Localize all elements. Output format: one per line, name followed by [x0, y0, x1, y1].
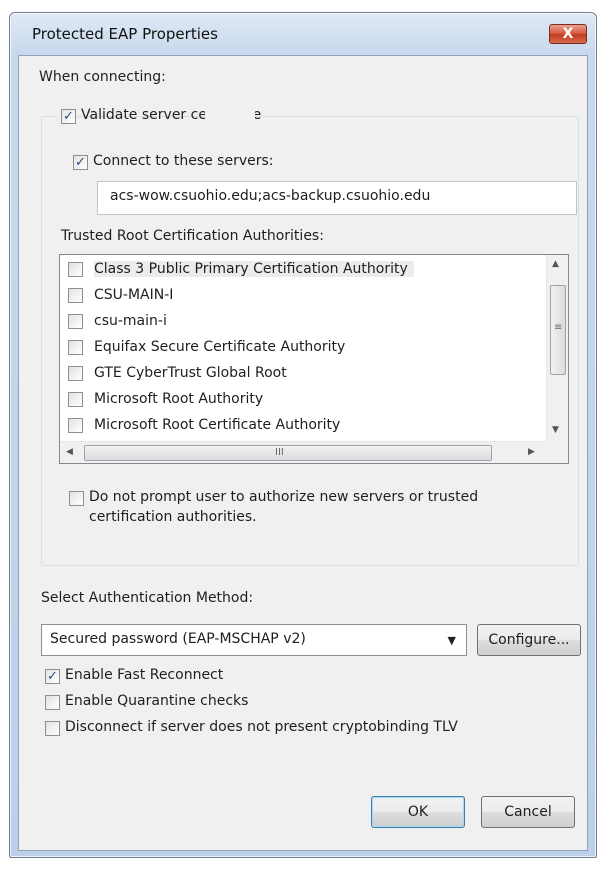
horizontal-scroll-thumb[interactable]: III	[84, 445, 492, 461]
quarantine-label: Enable Quarantine checks	[65, 693, 249, 709]
scroll-right-icon[interactable]: ▶	[528, 447, 535, 457]
list-item-label: Equifax Secure Certificate Authority	[94, 339, 346, 355]
servers-input[interactable]: acs-wow.csuohio.edu;acs-backup.csuohio.e…	[97, 181, 577, 215]
cryptobinding-checkbox[interactable]: Disconnect if server does not present cr…	[41, 718, 581, 740]
list-item-label: Class 3 Public Primary Certification Aut…	[94, 261, 414, 277]
list-item-label: Microsoft Root Certificate Authority	[94, 417, 341, 433]
vertical-scrollbar[interactable]: ▲ ≡ ▼	[546, 255, 568, 443]
quarantine-check-icon[interactable]	[45, 695, 60, 710]
list-item-checkbox[interactable]	[68, 366, 83, 381]
list-item-checkbox[interactable]	[68, 340, 83, 355]
auth-method-label: Select Authentication Method:	[41, 590, 254, 606]
configure-button[interactable]: Configure...	[477, 624, 581, 656]
no-prompt-label-line1: Do not prompt user to authorize new serv…	[89, 489, 479, 505]
list-item-checkbox[interactable]	[68, 262, 83, 277]
list-item-label: csu-main-i	[94, 313, 167, 329]
list-item-label: Microsoft Root Authority	[94, 391, 264, 407]
validate-server-cert-check-icon[interactable]: ✓	[61, 109, 76, 124]
list-item-label: GTE CyberTrust Global Root	[94, 365, 287, 381]
auth-method-select[interactable]: Secured password (EAP-MSCHAP v2) ▼	[41, 624, 467, 656]
no-prompt-check-icon[interactable]	[69, 491, 84, 506]
ok-button[interactable]: OK	[371, 796, 465, 828]
validate-server-cert-checkbox[interactable]: ✓ Validate server certificate	[57, 106, 261, 128]
cryptobinding-check-icon[interactable]	[45, 721, 60, 736]
list-item[interactable]: csu-main-i	[60, 309, 546, 335]
when-connecting-label: When connecting:	[39, 69, 166, 85]
list-item[interactable]: Class 3 Public Primary Certification Aut…	[60, 257, 546, 283]
list-item-checkbox[interactable]	[68, 314, 83, 329]
close-button[interactable]: X	[549, 24, 587, 44]
list-item[interactable]: GTE CyberTrust Global Root	[60, 361, 546, 387]
trusted-root-label: Trusted Root Certification Authorities:	[61, 228, 324, 244]
connect-servers-checkbox[interactable]: ✓ Connect to these servers:	[69, 152, 329, 174]
list-item-checkbox[interactable]	[68, 288, 83, 303]
list-item[interactable]: Equifax Secure Certificate Authority	[60, 335, 546, 361]
grip-icon: III	[275, 447, 284, 458]
connect-servers-check-icon[interactable]: ✓	[73, 155, 88, 170]
quarantine-checkbox[interactable]: Enable Quarantine checks	[41, 692, 341, 714]
trusted-root-list[interactable]: Class 3 Public Primary Certification Aut…	[59, 254, 569, 464]
no-prompt-checkbox[interactable]: Do not prompt user to authorize new serv…	[65, 488, 565, 532]
group-caption-gap	[205, 106, 255, 128]
window-title: Protected EAP Properties	[32, 25, 218, 43]
list-item[interactable]: CSU-MAIN-I	[60, 283, 546, 309]
connect-servers-label: Connect to these servers:	[93, 153, 274, 169]
list-item[interactable]: Microsoft Root Authority	[60, 387, 546, 413]
no-prompt-label-line2: certification authorities.	[89, 509, 257, 525]
fast-reconnect-label: Enable Fast Reconnect	[65, 667, 224, 683]
vertical-scroll-thumb[interactable]: ≡	[550, 285, 566, 375]
dialog-client-area: When connecting: ✓ Validate server certi…	[18, 55, 588, 851]
horizontal-scrollbar[interactable]: ◀ III ▶	[60, 441, 548, 463]
auth-method-value: Secured password (EAP-MSCHAP v2)	[50, 631, 306, 647]
fast-reconnect-check-icon[interactable]: ✓	[45, 669, 60, 684]
list-item[interactable]: Microsoft Root Certificate Authority	[60, 413, 546, 439]
cryptobinding-label: Disconnect if server does not present cr…	[65, 719, 458, 735]
list-item-checkbox[interactable]	[68, 392, 83, 407]
list-item-checkbox[interactable]	[68, 418, 83, 433]
scroll-corner	[546, 441, 568, 463]
list-item-label: CSU-MAIN-I	[94, 287, 174, 303]
scroll-up-icon[interactable]: ▲	[552, 259, 559, 269]
fast-reconnect-checkbox[interactable]: ✓ Enable Fast Reconnect	[41, 666, 341, 688]
grip-icon: ≡	[554, 322, 563, 333]
scroll-down-icon[interactable]: ▼	[552, 425, 559, 435]
title-bar[interactable]: Protected EAP Properties X	[10, 13, 596, 55]
cancel-button[interactable]: Cancel	[481, 796, 575, 828]
scroll-left-icon[interactable]: ◀	[66, 447, 73, 457]
chevron-down-icon[interactable]: ▼	[448, 634, 456, 647]
dialog-window: Protected EAP Properties X When connecti…	[9, 12, 597, 858]
